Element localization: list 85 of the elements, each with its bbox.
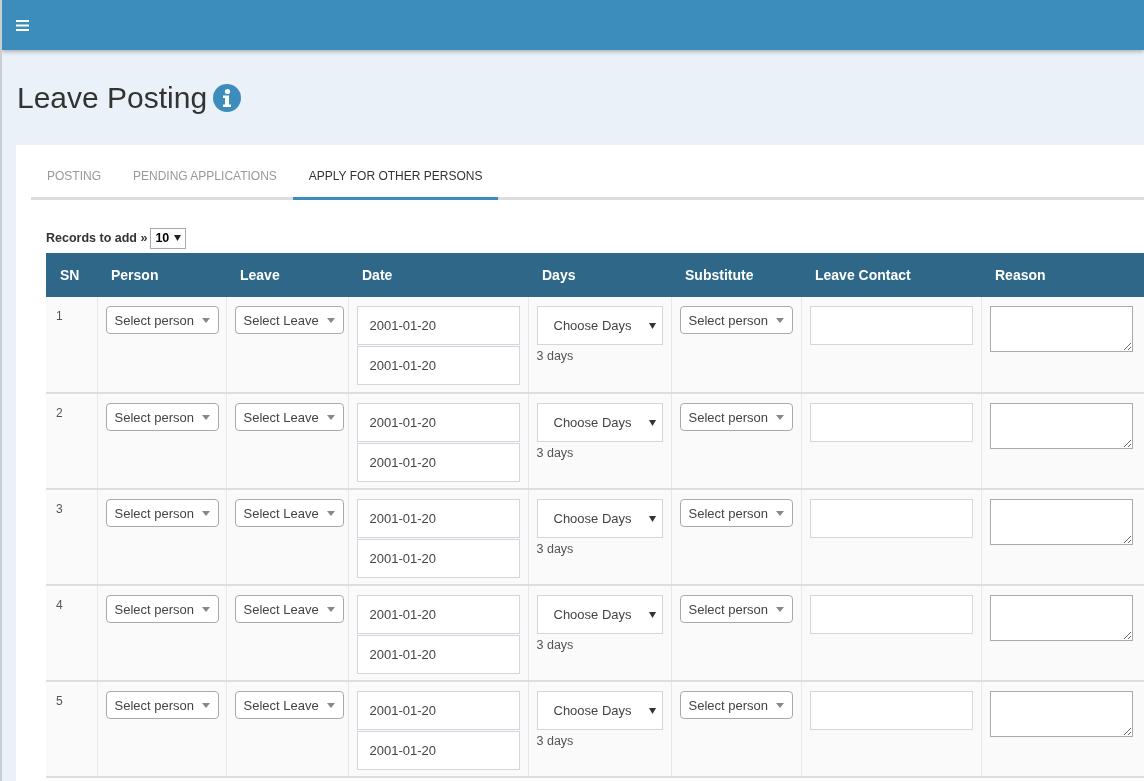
days-dropdown[interactable]: Choose Days — [536, 499, 663, 538]
leave-dropdown[interactable]: Select Leave — [234, 499, 344, 527]
person-dropdown[interactable]: Select person — [105, 595, 219, 623]
start-date-field[interactable]: 2001-01-20 — [356, 306, 520, 345]
caret-icon — [326, 414, 335, 420]
column-header: Leave — [226, 253, 348, 297]
reason-field[interactable] — [989, 499, 1133, 545]
end-date-field[interactable]: 2001-01-20 — [356, 635, 520, 674]
end-date-field[interactable]: 2001-01-20 — [356, 346, 520, 385]
caret-icon — [648, 707, 656, 714]
leave-dropdown[interactable]: Select Leave — [234, 306, 344, 334]
caret-icon — [648, 322, 656, 329]
caret-icon — [202, 317, 210, 323]
reason-field[interactable] — [989, 691, 1133, 737]
days-count: 3 days — [536, 446, 574, 460]
caret-icon — [202, 606, 210, 612]
leave-dropdown[interactable]: Select Leave — [234, 595, 344, 623]
column-header: Days — [528, 253, 671, 297]
caret-icon — [776, 317, 784, 323]
reason-field[interactable] — [989, 306, 1133, 352]
column-header: Substitute — [671, 253, 801, 297]
caret-icon — [326, 606, 335, 612]
days-dropdown[interactable]: Choose Days — [536, 403, 663, 442]
tab[interactable]: APPLY FOR OTHER PERSONS — [292, 169, 499, 200]
end-date-field[interactable]: 2001-01-20 — [356, 731, 520, 770]
leave-contact-field[interactable] — [809, 499, 973, 538]
row-number: 5 — [56, 694, 63, 708]
records-label: Records to add » — [46, 231, 148, 245]
column-header: Date — [348, 253, 528, 297]
info-icon — [213, 83, 242, 112]
column-header: SN — [46, 253, 97, 297]
days-dropdown[interactable]: Choose Days — [536, 595, 663, 634]
leave-dropdown[interactable]: Select Leave — [234, 691, 344, 719]
caret-icon — [174, 235, 182, 241]
substitute-dropdown[interactable]: Select person — [679, 595, 793, 623]
substitute-dropdown[interactable]: Select person — [679, 691, 793, 719]
substitute-dropdown[interactable]: Select person — [679, 306, 793, 334]
caret-icon — [776, 414, 784, 420]
days-count: 3 days — [536, 638, 574, 652]
caret-icon — [776, 702, 784, 708]
days-count: 3 days — [536, 349, 574, 363]
days-dropdown[interactable]: Choose Days — [536, 306, 663, 345]
substitute-dropdown[interactable]: Select person — [679, 403, 793, 431]
days-dropdown[interactable]: Choose Days — [536, 691, 663, 730]
column-header: Person — [97, 253, 226, 297]
row-number: 2 — [56, 406, 63, 420]
start-date-field[interactable]: 2001-01-20 — [356, 403, 520, 442]
days-count: 3 days — [536, 734, 574, 748]
start-date-field[interactable]: 2001-01-20 — [356, 499, 520, 538]
column-header: Leave Contact — [801, 253, 981, 297]
leave-contact-field[interactable] — [809, 595, 973, 634]
caret-icon — [326, 510, 335, 516]
leave-contact-field[interactable] — [809, 403, 973, 442]
caret-icon — [202, 414, 210, 420]
caret-icon — [648, 611, 656, 618]
caret-icon — [202, 702, 210, 708]
caret-icon — [776, 606, 784, 612]
days-count: 3 days — [536, 542, 574, 556]
end-date-field[interactable]: 2001-01-20 — [356, 539, 520, 578]
caret-icon — [648, 515, 656, 522]
caret-icon — [326, 702, 335, 708]
menu-button[interactable] — [16, 19, 29, 31]
person-dropdown[interactable]: Select person — [105, 306, 219, 334]
reason-field[interactable] — [989, 403, 1133, 449]
start-date-field[interactable]: 2001-01-20 — [356, 691, 520, 730]
records-dropdown[interactable]: 10 — [150, 227, 187, 249]
leave-dropdown[interactable]: Select Leave — [234, 403, 344, 431]
person-dropdown[interactable]: Select person — [105, 691, 219, 719]
caret-icon — [326, 317, 335, 323]
caret-icon — [202, 510, 210, 516]
start-date-field[interactable]: 2001-01-20 — [356, 595, 520, 634]
person-dropdown[interactable]: Select person — [105, 499, 219, 527]
page-title: Leave Posting — [17, 80, 208, 115]
caret-icon — [776, 510, 784, 516]
leave-contact-field[interactable] — [809, 691, 973, 730]
row-number: 1 — [56, 309, 63, 323]
end-date-field[interactable]: 2001-01-20 — [356, 443, 520, 482]
substitute-dropdown[interactable]: Select person — [679, 499, 793, 527]
row-number: 4 — [56, 598, 63, 612]
person-dropdown[interactable]: Select person — [105, 403, 219, 431]
row-number: 3 — [56, 502, 63, 516]
caret-icon — [648, 419, 656, 426]
reason-field[interactable] — [989, 595, 1133, 641]
leave-contact-field[interactable] — [809, 306, 973, 345]
column-header: Reason — [981, 253, 1144, 297]
